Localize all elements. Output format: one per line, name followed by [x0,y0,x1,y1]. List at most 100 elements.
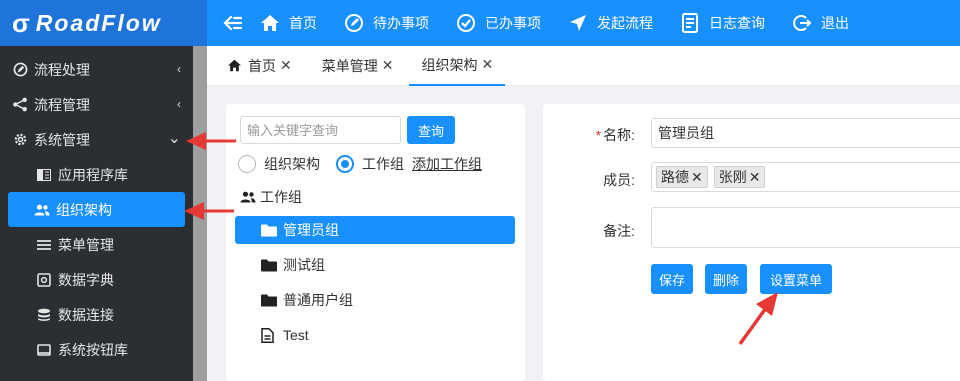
home-icon [227,59,242,72]
required-mark: * [595,127,602,143]
sidebar-item-button-library[interactable]: 系统按钮库 [0,332,193,367]
workgroup-tree-panel: 查询 组织架构 工作组 添加工作组 工作组 管理员组 测试组 普通用户组 Tes… [226,104,525,381]
tab-org-structure[interactable]: 组织架构 ✕ [409,46,506,86]
share-icon [12,97,28,113]
tree-root[interactable]: 工作组 [240,187,302,207]
name-label: * 名称: [543,125,635,145]
search-input[interactable] [240,116,401,144]
set-menu-button[interactable]: 设置菜单 [760,264,833,294]
home-icon [259,12,281,34]
top-bar: σ RoadFlow 首页 待办事项 已办事项 发起流程 日志查询 退出 [0,0,960,46]
close-icon[interactable]: ✕ [280,57,292,74]
note-label: 备注: [603,223,635,239]
folder-icon [261,222,277,238]
topnav-home[interactable]: 首页 [259,12,317,34]
dictionary-icon [36,272,52,288]
topnav-log-label: 日志查询 [709,15,765,31]
add-workgroup-link[interactable]: 添加工作组 [412,154,482,174]
button-library-icon [36,342,52,358]
name-field-value: 管理员组 [658,125,714,141]
sidebar-item-label: 系统按钮库 [58,341,128,358]
sidebar-item-label: 数据字典 [58,271,114,288]
delete-button[interactable]: 删除 [705,264,748,294]
edit-circle-icon [343,12,365,34]
note-textarea[interactable] [651,207,960,248]
tree-root-label: 工作组 [260,189,302,205]
sidebar-item-data-dictionary[interactable]: 数据字典 [0,262,193,297]
sidebar-group-label: 系统管理 [34,131,90,148]
collapse-arrow-icon [223,15,243,31]
log-icon [679,12,701,34]
sidebar-scrollbar[interactable] [193,46,207,381]
sidebar-group-flow-management[interactable]: 流程管理 ‹ [0,87,193,122]
app-logo[interactable]: σ RoadFlow [0,0,207,46]
topnav-logout-label: 退出 [821,15,849,31]
tree-node-normal-user-group[interactable]: 普通用户组 [235,286,515,314]
search-button[interactable]: 查询 [407,116,455,144]
close-icon[interactable]: ✕ [382,57,394,74]
logo-mark: σ [12,7,30,38]
tree-node-label: 管理员组 [283,222,339,238]
sidebar-item-app-library[interactable]: 应用程序库 [0,157,193,192]
name-field[interactable]: 管理员组 [651,118,960,148]
tab-label: 组织架构 [421,56,478,73]
gear-icon [12,132,28,148]
sidebar-item-org-structure[interactable]: 组织架构 [8,192,185,227]
send-icon [567,12,589,34]
edit-circle-icon [12,62,28,78]
sidebar-item-menu-management[interactable]: 菜单管理 [0,227,193,262]
topnav-done[interactable]: 已办事项 [455,12,541,34]
radio-workgroup[interactable] [336,155,354,173]
sidebar-item-data-connection[interactable]: 数据连接 [0,297,193,332]
topnav-start-flow[interactable]: 发起流程 [567,12,653,34]
sidebar-toggle-button[interactable] [207,15,259,31]
folder-icon [261,292,277,308]
tree-node-test[interactable]: Test [235,321,515,349]
topnav-logout[interactable]: 退出 [791,12,849,34]
radio-org-structure[interactable] [238,155,256,173]
close-icon[interactable]: ✕ [691,169,703,186]
member-tag: 路德 ✕ [656,166,708,188]
sidebar-group-system-management[interactable]: 系统管理 ⌄ [0,122,193,157]
document-icon [261,327,277,343]
tree-node-label: 测试组 [283,257,325,273]
users-icon [34,202,50,218]
close-icon[interactable]: ✕ [749,169,761,186]
tree-node-admin-group[interactable]: 管理员组 [235,216,515,244]
sidebar-item-label: 应用程序库 [58,166,128,183]
member-tag-label: 张刚 [718,169,747,185]
topnav-log[interactable]: 日志查询 [679,12,765,34]
close-icon[interactable]: ✕ [481,56,493,73]
save-button[interactable]: 保存 [651,264,694,294]
sidebar-group-label: 流程管理 [34,96,90,113]
topnav-done-label: 已办事项 [485,15,541,31]
members-field[interactable]: 路德 ✕ 张刚 ✕ [651,162,960,192]
tab-label: 菜单管理 [321,57,378,74]
logo-text: RoadFlow [35,9,162,36]
sidebar-group-flow-handling[interactable]: 流程处理 ‹ [0,52,193,87]
users-icon [240,189,256,205]
menu-lines-icon [36,237,52,253]
check-circle-icon [455,12,477,34]
sidebar-item-label: 组织架构 [56,201,112,218]
tab-label: 首页 [248,57,276,74]
radio-org-structure-label: 组织架构 [264,156,320,172]
topnav-todo-label: 待办事项 [373,15,429,31]
chevron-down-icon: ⌄ [167,130,181,147]
tab-home[interactable]: 首页 ✕ [207,46,304,86]
radio-workgroup-label: 工作组 [362,156,404,172]
tab-strip: 首页 ✕ 菜单管理 ✕ 组织架构 ✕ [207,46,960,86]
name-label-text: 名称: [603,127,635,143]
sidebar-group-label: 流程处理 [34,61,90,78]
tab-menu-management[interactable]: 菜单管理 ✕ [304,46,406,86]
topnav-home-label: 首页 [289,15,317,31]
topnav-todo[interactable]: 待办事项 [343,12,429,34]
sidebar: 流程处理 ‹ 流程管理 ‹ 系统管理 ⌄ 应用程序库 组织架构 菜单管理 数据字… [0,46,193,381]
tree-node-test-group[interactable]: 测试组 [235,251,515,279]
sidebar-item-label: 菜单管理 [58,236,114,253]
topnav-start-flow-label: 发起流程 [597,15,653,31]
members-label: 成员: [603,172,635,188]
chevron-left-icon: ‹ [177,62,181,76]
library-icon [36,167,52,183]
member-tag-label: 路德 [661,169,689,185]
